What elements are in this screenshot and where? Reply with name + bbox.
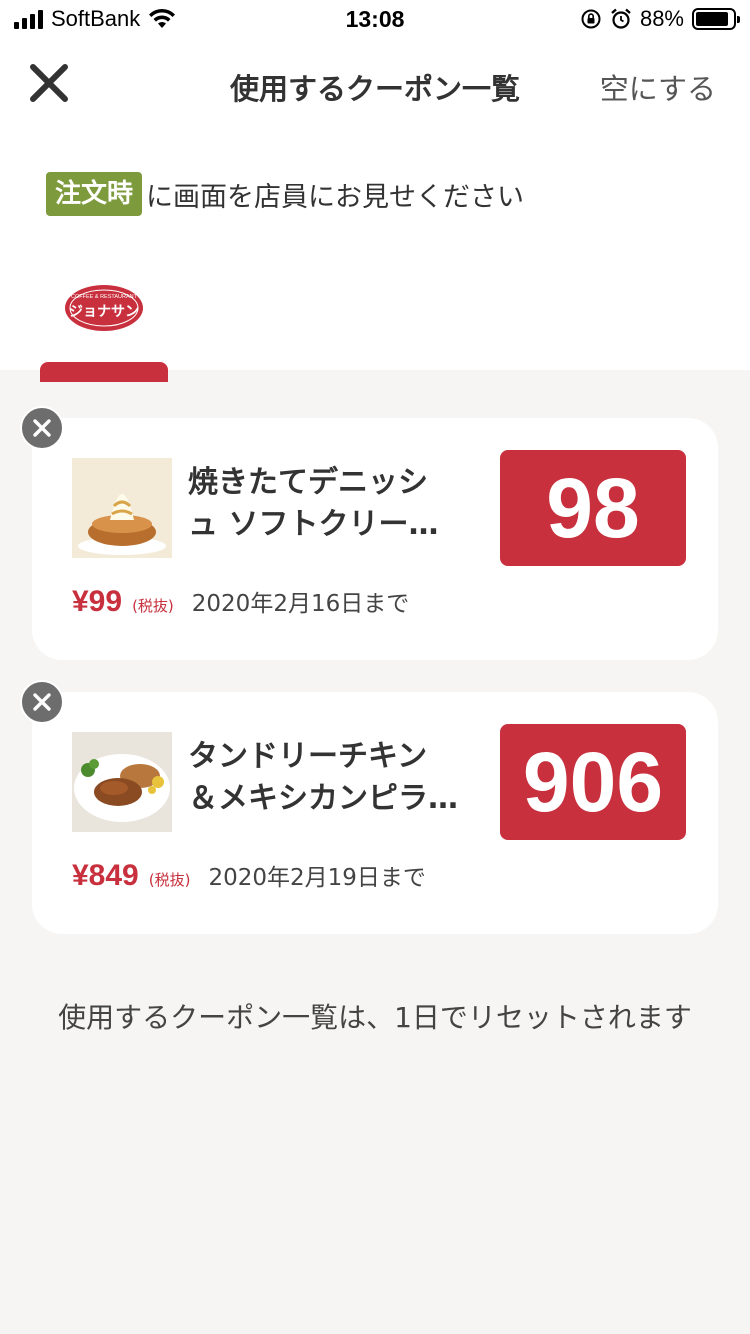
status-bar-right: 88% bbox=[580, 6, 740, 32]
coupon-price: 98 bbox=[500, 450, 686, 566]
coupon-card[interactable]: 焼きたてデニッシ ュ ソフトクリー… 98 ¥99 (税抜) 2020年2月16… bbox=[20, 406, 718, 660]
coupon-item-name: 焼きたてデニッシ ュ ソフトクリー… bbox=[188, 462, 488, 546]
battery-icon bbox=[692, 8, 740, 30]
expiry-date: 2020年2月16日まで bbox=[191, 591, 410, 617]
alarm-icon bbox=[611, 8, 631, 29]
close-icon bbox=[33, 419, 51, 437]
coupon-meta: ¥99 (税抜) 2020年2月16日まで bbox=[72, 584, 409, 619]
expiry-date: 2020年2月19日まで bbox=[208, 865, 426, 891]
info-area: 注文時 に画面を店員にお見せください COFFEE & RESTAURANT ジ… bbox=[0, 128, 750, 382]
tax-note: (税抜) bbox=[132, 597, 174, 615]
tax-note: (税抜) bbox=[148, 871, 191, 889]
store-tab[interactable] bbox=[40, 362, 168, 382]
close-icon bbox=[33, 693, 51, 711]
reset-notice: 使用するクーポン一覧は、1日でリセットされます bbox=[58, 1001, 692, 1034]
coupon-item-name-line2: ュ ソフトクリー… bbox=[188, 507, 439, 542]
svg-text:COFFEE & RESTAURANT: COFFEE & RESTAURANT bbox=[71, 294, 138, 300]
coupon-card[interactable]: タンドリーチキン ＆メキシカンピラ… 906 ¥849 (税抜) 2020年2月… bbox=[20, 680, 718, 934]
empty-button[interactable]: 空にする bbox=[600, 66, 716, 108]
restaurant-logo: COFFEE & RESTAURANT ジョナサン bbox=[64, 284, 144, 336]
orientation-lock-icon bbox=[581, 9, 601, 29]
coupon-item-name: タンドリーチキン ＆メキシカンピラ… bbox=[188, 736, 488, 820]
coupon-price: 906 bbox=[500, 724, 686, 840]
remove-coupon-button[interactable] bbox=[20, 680, 64, 724]
coupon-item-name-line1: タンドリーチキン bbox=[188, 739, 428, 774]
battery-percent: 88% bbox=[639, 6, 684, 31]
instruction-text: に画面を店員にお見せください bbox=[146, 181, 525, 213]
original-price: ¥99 bbox=[72, 585, 123, 618]
status-bar: SoftBank 13:08 88% bbox=[0, 0, 750, 40]
remove-coupon-button[interactable] bbox=[20, 406, 64, 450]
svg-text:ジョナサン: ジョナサン bbox=[69, 304, 139, 320]
instruction: 注文時 に画面を店員にお見せください bbox=[46, 172, 524, 216]
original-price: ¥849 bbox=[72, 859, 139, 892]
coupon-item-name-line1: 焼きたてデニッシ bbox=[188, 465, 428, 500]
danish-softcream-image bbox=[72, 458, 172, 558]
tandoori-chicken-image bbox=[72, 732, 172, 832]
coupon-item-name-line2: ＆メキシカンピラ… bbox=[188, 781, 458, 816]
coupon-meta: ¥849 (税抜) 2020年2月19日まで bbox=[72, 858, 426, 893]
order-time-badge: 注文時 bbox=[46, 172, 143, 216]
header: 使用するクーポン一覧 空にする bbox=[0, 40, 750, 128]
